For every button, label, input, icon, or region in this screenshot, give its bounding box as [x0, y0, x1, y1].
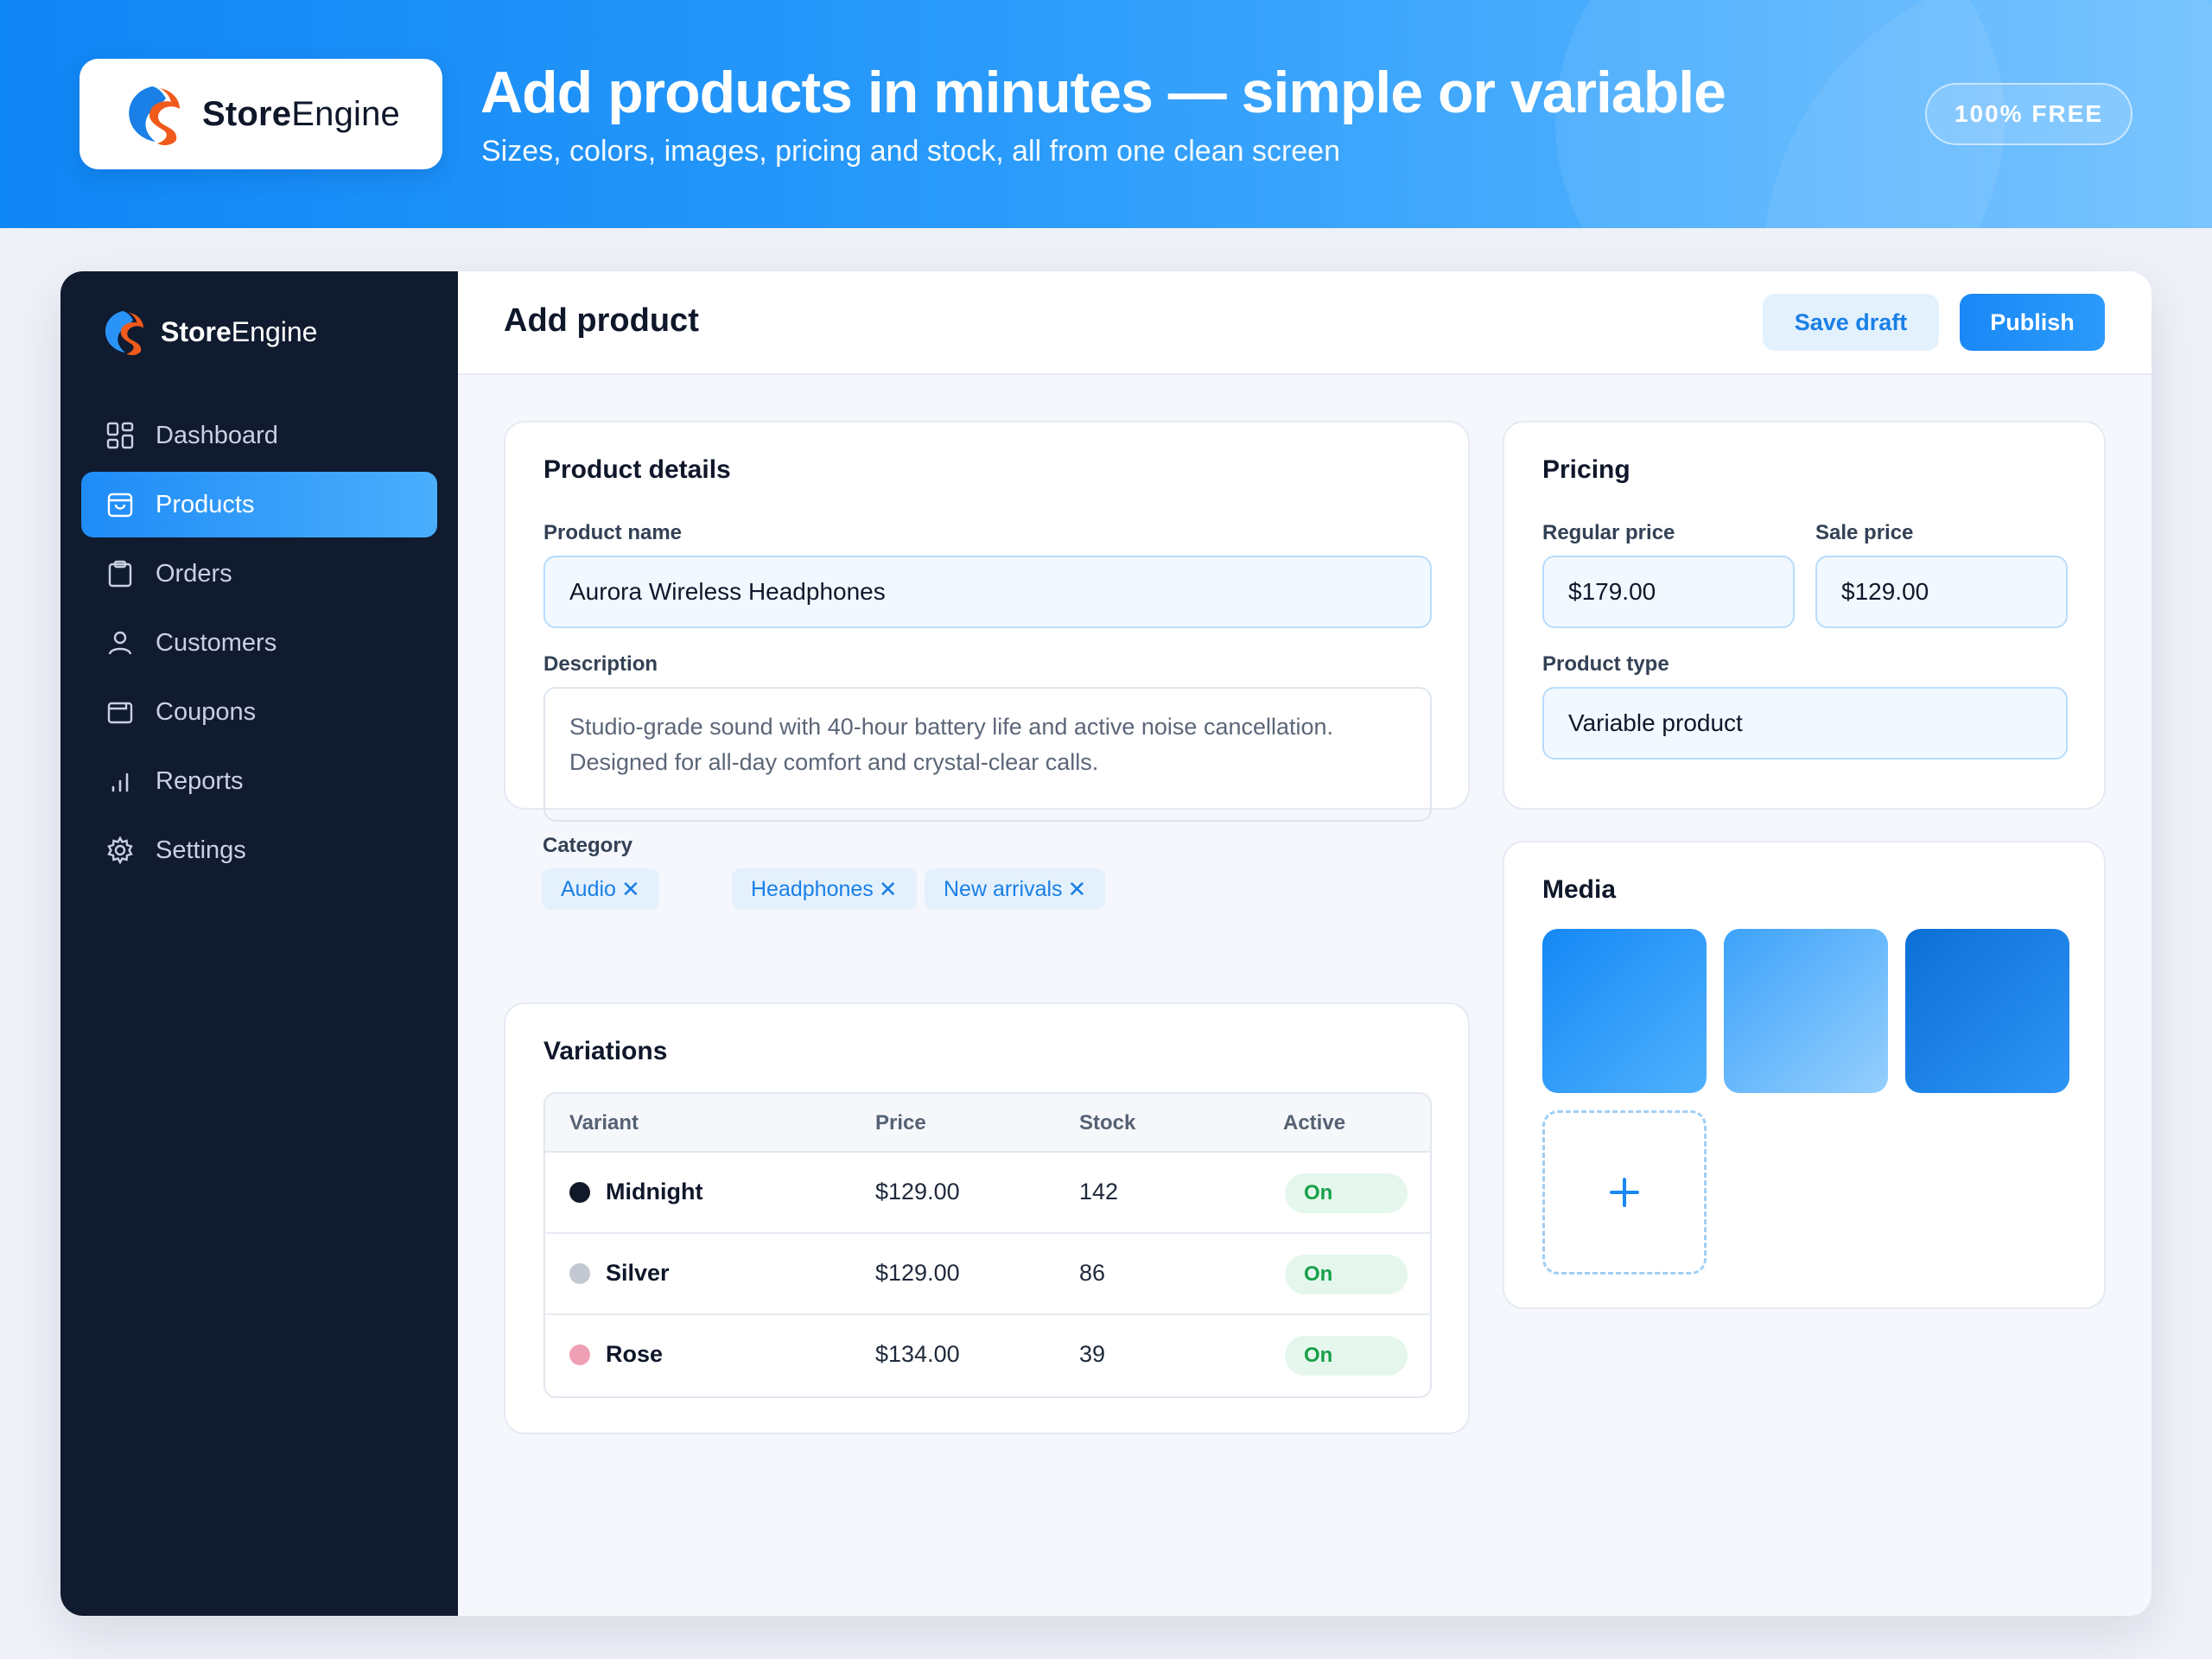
price-cell: $134.00: [875, 1341, 960, 1367]
sidebar: StoreEngine Dashboard Products Orders Cu…: [60, 271, 458, 1616]
page-title: Add product: [504, 302, 699, 339]
card-title: Variations: [543, 1037, 668, 1065]
media-thumbnail[interactable]: [1905, 929, 2069, 1093]
free-badge: 100% FREE: [1925, 83, 2133, 145]
column-header: Variant: [569, 1111, 639, 1135]
add-media-button[interactable]: [1542, 1110, 1707, 1274]
chip-label: New arrivals: [944, 876, 1063, 901]
close-icon[interactable]: ✕: [1068, 876, 1087, 903]
field-label: Regular price: [1542, 521, 1675, 544]
color-swatch: [569, 1344, 590, 1365]
brand-name: StoreEngine: [202, 94, 401, 133]
active-toggle[interactable]: On: [1285, 1336, 1408, 1376]
category-chip[interactable]: Headphones ✕: [732, 868, 917, 910]
sidebar-item-products[interactable]: Products: [81, 472, 437, 537]
stock-cell: 86: [1079, 1260, 1106, 1286]
field-label: Category: [543, 834, 633, 857]
table-row[interactable]: Silver $129.00 86 On: [545, 1234, 1430, 1315]
variant-cell: Midnight: [569, 1179, 702, 1205]
sidebar-item-dashboard[interactable]: Dashboard: [81, 403, 437, 468]
banner-subline: Sizes, colors, images, pricing and stock…: [481, 135, 1341, 168]
table-row[interactable]: Midnight $129.00 142 On: [545, 1153, 1430, 1234]
price-cell: $129.00: [875, 1179, 960, 1205]
price-cell: $129.00: [875, 1260, 960, 1286]
chip-label: Headphones: [751, 876, 874, 901]
clipboard-icon: [108, 560, 132, 588]
active-toggle[interactable]: On: [1285, 1173, 1408, 1213]
plus-icon: [1610, 1178, 1639, 1207]
variations-table: Variant Price Stock Active Midnight $129…: [543, 1092, 1432, 1398]
field-label: Description: [543, 652, 658, 676]
close-icon[interactable]: ✕: [621, 876, 640, 903]
app-window: StoreEngine Dashboard Products Orders Cu…: [60, 271, 2152, 1616]
category-chip[interactable]: Audio ✕: [542, 868, 659, 910]
variant-cell: Silver: [569, 1260, 670, 1287]
pricing-card: Pricing Regular price Sale price $179.00…: [1503, 421, 2106, 810]
variations-card: Variations Variant Price Stock Active Mi…: [504, 1002, 1470, 1434]
category-chip[interactable]: New arrivals ✕: [925, 868, 1106, 910]
variant-cell: Rose: [569, 1341, 663, 1368]
bag-icon: [107, 493, 133, 518]
storeengine-logo-icon: [129, 86, 180, 146]
description-textarea[interactable]: Studio-grade sound with 40-hour battery …: [543, 687, 1432, 822]
sidebar-brand-name: StoreEngine: [161, 315, 318, 347]
media-thumbnail[interactable]: [1542, 929, 1707, 1093]
sidebar-nav: Dashboard Products Orders Customers Coup…: [81, 403, 437, 887]
product-details-card: Product details Product name Aurora Wire…: [504, 421, 1470, 822]
color-swatch: [569, 1262, 590, 1284]
column-header: Price: [875, 1111, 926, 1135]
sidebar-item-label: Settings: [156, 836, 246, 864]
regular-price-input[interactable]: $179.00: [1542, 556, 1795, 628]
coupon-icon: [107, 702, 133, 724]
sale-price-input[interactable]: $129.00: [1815, 556, 2068, 628]
stock-cell: 142: [1079, 1179, 1119, 1205]
sidebar-item-orders[interactable]: Orders: [81, 541, 437, 607]
media-card: Media: [1503, 841, 2106, 1309]
brand-logo-card: StoreEngine: [79, 59, 442, 169]
sidebar-item-label: Customers: [156, 628, 277, 657]
table-header: Variant Price Stock Active: [545, 1094, 1430, 1153]
sidebar-brand[interactable]: StoreEngine: [97, 306, 317, 358]
topbar: Add product Save draft Publish: [458, 271, 2152, 375]
table-row[interactable]: Rose $134.00 39 On: [545, 1315, 1430, 1396]
storeengine-logo-icon: [105, 311, 143, 356]
close-icon[interactable]: ✕: [879, 876, 898, 903]
card-title: Pricing: [1542, 455, 1630, 484]
main-content: Add product Save draft Publish Product d…: [458, 271, 2152, 1616]
card-title: Media: [1542, 875, 1617, 904]
promo-banner: StoreEngine Add products in minutes — si…: [0, 0, 2212, 228]
banner-headline: Add products in minutes — simple or vari…: [480, 60, 1726, 125]
active-toggle[interactable]: On: [1285, 1255, 1408, 1294]
save-draft-button[interactable]: Save draft: [1763, 294, 1939, 351]
bar-chart-icon: [111, 772, 129, 792]
product-type-select[interactable]: Variable product: [1542, 687, 2068, 760]
gear-icon: [107, 836, 133, 865]
user-icon: [108, 631, 132, 655]
product-name-input[interactable]: Aurora Wireless Headphones: [543, 556, 1432, 628]
sidebar-item-label: Orders: [156, 559, 232, 588]
dashboard-icon: [106, 422, 134, 449]
color-swatch: [569, 1181, 590, 1203]
sidebar-item-reports[interactable]: Reports: [81, 748, 437, 814]
sidebar-item-customers[interactable]: Customers: [81, 610, 437, 676]
field-label: Product type: [1542, 652, 1669, 676]
sidebar-item-label: Coupons: [156, 697, 257, 726]
description-line: Studio-grade sound with 40-hour battery …: [569, 714, 1334, 740]
publish-button[interactable]: Publish: [1960, 294, 2105, 351]
media-thumbnail[interactable]: [1724, 929, 1888, 1093]
sidebar-item-label: Dashboard: [156, 421, 278, 449]
description-line: Designed for all-day comfort and crystal…: [569, 749, 1099, 775]
sidebar-item-label: Reports: [156, 766, 244, 795]
field-label: Sale price: [1815, 521, 1914, 544]
sidebar-item-label: Products: [156, 490, 255, 518]
stock-cell: 39: [1079, 1341, 1106, 1367]
sidebar-item-coupons[interactable]: Coupons: [81, 679, 437, 745]
column-header: Active: [1283, 1111, 1346, 1135]
field-label: Product name: [543, 521, 683, 544]
column-header: Stock: [1079, 1111, 1136, 1135]
sidebar-item-settings[interactable]: Settings: [81, 817, 437, 883]
chip-label: Audio: [561, 876, 616, 901]
card-title: Product details: [543, 455, 731, 484]
